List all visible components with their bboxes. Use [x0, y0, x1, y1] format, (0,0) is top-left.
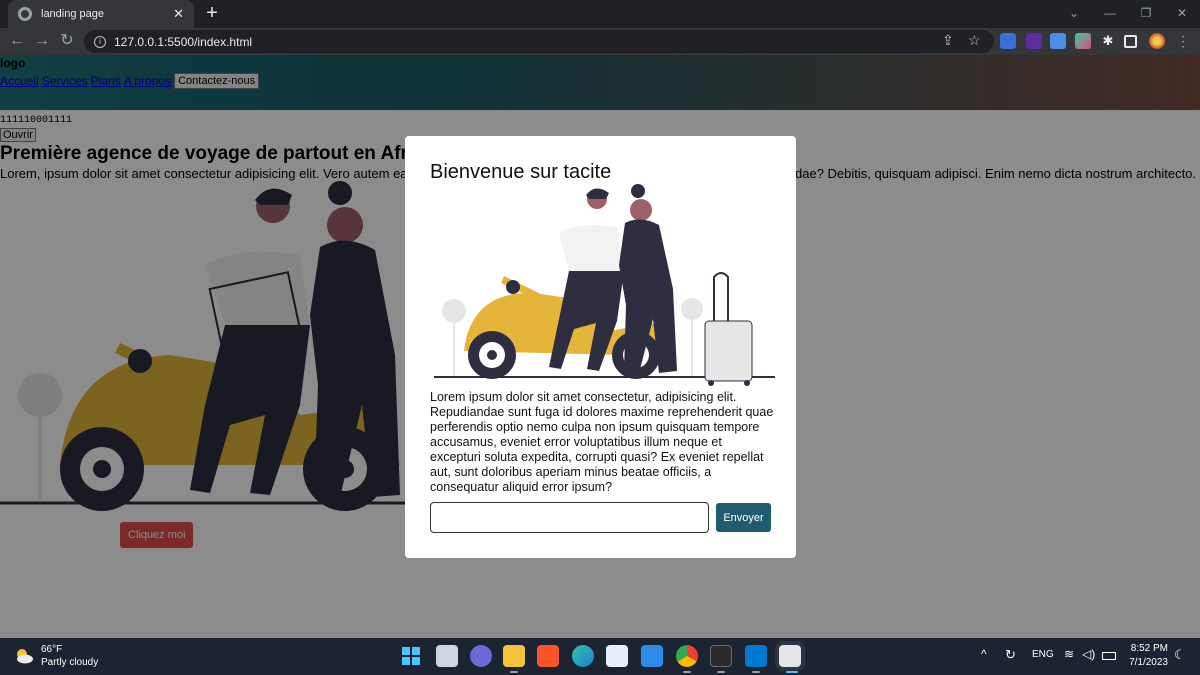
snipping-tool-icon[interactable]: [775, 641, 805, 671]
tab-landing-page[interactable]: landing page ✕: [8, 0, 194, 28]
side-panel-icon[interactable]: [1124, 35, 1137, 48]
welcome-modal: Bienvenue sur tacite Lorem ipsum dolor s…: [405, 136, 796, 558]
running-indicator: [510, 671, 518, 673]
forward-icon[interactable]: →: [31, 30, 53, 52]
tab-title: landing page: [41, 8, 105, 20]
vscode-icon[interactable]: [745, 645, 767, 667]
active-indicator: [786, 671, 798, 673]
reload-icon[interactable]: ↻: [56, 30, 78, 52]
new-tab-button[interactable]: +: [202, 2, 222, 24]
star-icon[interactable]: ☆: [968, 32, 981, 49]
extension-icon[interactable]: [1026, 33, 1042, 49]
weather-temperature[interactable]: 66°F: [41, 644, 62, 655]
url-text[interactable]: 127.0.0.1:5500/index.html: [114, 35, 252, 49]
close-window-button[interactable]: ✕: [1164, 0, 1200, 28]
taskbar: 66°F Partly cloudy ^ ↻ ENG ≋ ◁) 8:52 PM …: [0, 638, 1200, 675]
volume-icon[interactable]: ◁): [1082, 647, 1095, 661]
restore-button[interactable]: ❐: [1128, 0, 1164, 28]
address-bar[interactable]: i 127.0.0.1:5500/index.html ⇪ ☆: [84, 30, 994, 53]
web-page: logo Accueil Services Plans A propos Con…: [0, 55, 1200, 638]
minimize-button[interactable]: —: [1092, 0, 1128, 28]
modal-input-field[interactable]: [430, 502, 709, 533]
running-indicator: [752, 671, 760, 673]
modal-description: Lorem ipsum dolor sit amet consectetur, …: [430, 390, 774, 494]
tab-close-icon[interactable]: ✕: [173, 6, 184, 22]
language-indicator[interactable]: ENG: [1032, 649, 1054, 660]
running-indicator: [717, 671, 725, 673]
wifi-icon[interactable]: ≋: [1064, 647, 1074, 661]
weather-icon[interactable]: [14, 646, 34, 666]
running-indicator: [683, 671, 691, 673]
mail-icon[interactable]: [641, 645, 663, 667]
submit-button[interactable]: Envoyer: [716, 503, 771, 532]
battery-icon[interactable]: [1102, 652, 1116, 660]
terminal-icon[interactable]: [710, 645, 732, 667]
brave-browser-icon[interactable]: [537, 645, 559, 667]
share-icon[interactable]: ⇪: [942, 32, 954, 49]
extensions-icon[interactable]: ✱: [1100, 33, 1116, 49]
globe-icon: [18, 7, 32, 21]
tab-search-icon[interactable]: ⌄: [1056, 0, 1092, 28]
menu-icon[interactable]: ⋮: [1172, 30, 1194, 52]
profile-icon[interactable]: [1149, 33, 1165, 49]
notification-icon[interactable]: ☾: [1174, 647, 1186, 663]
info-icon[interactable]: i: [94, 35, 106, 48]
store-icon[interactable]: [606, 645, 628, 667]
sync-icon[interactable]: ↻: [1005, 647, 1016, 663]
extension-icon[interactable]: [1075, 33, 1091, 49]
weather-condition[interactable]: Partly cloudy: [41, 657, 98, 668]
modal-scooter-illustration: [434, 184, 775, 386]
windows-start-icon[interactable]: [400, 645, 422, 667]
back-icon[interactable]: ←: [6, 30, 28, 52]
chat-icon[interactable]: [470, 645, 492, 667]
clock-time[interactable]: 8:52 PM: [1130, 643, 1168, 654]
edge-browser-icon[interactable]: [572, 645, 594, 667]
extension-icon[interactable]: [1050, 33, 1066, 49]
chevron-up-icon[interactable]: ^: [981, 647, 987, 661]
task-view-icon[interactable]: [436, 645, 458, 667]
file-explorer-icon[interactable]: [503, 645, 525, 667]
clock-date[interactable]: 7/1/2023: [1122, 657, 1168, 668]
browser-toolbar: ← → ↻ i 127.0.0.1:5500/index.html ⇪ ☆ ✱ …: [0, 28, 1200, 55]
chrome-icon[interactable]: [676, 645, 698, 667]
browser-tabstrip: landing page ✕ + ⌄ — ❐ ✕: [0, 0, 1200, 28]
translate-extension-icon[interactable]: [1000, 33, 1016, 49]
